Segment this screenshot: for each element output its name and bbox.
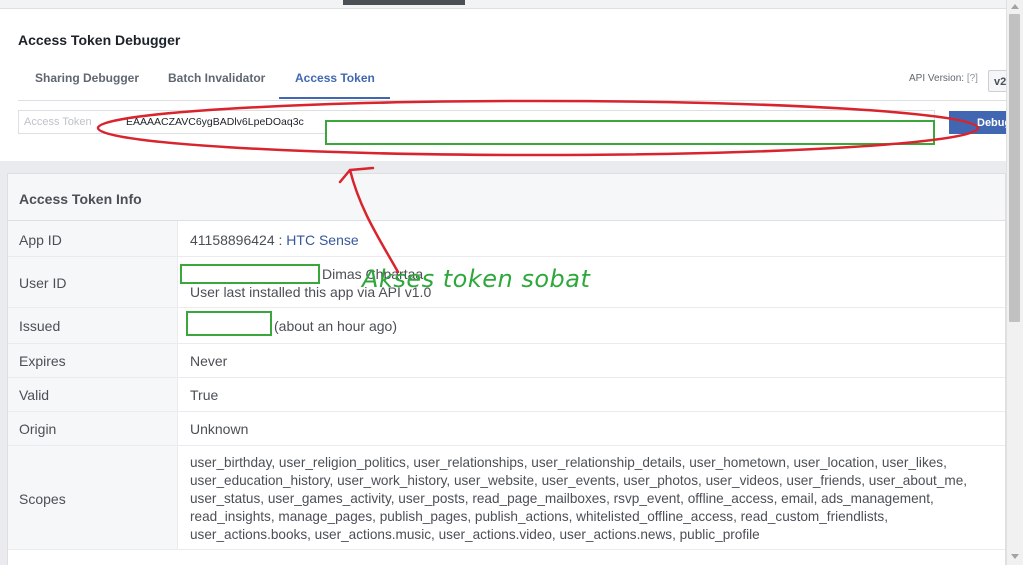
scopes-line: user_education_history, user_work_histor…	[190, 473, 968, 488]
scopes-list: user_birthday, user_religion_politics, u…	[190, 454, 1005, 544]
annotation-label: Akses token sobat	[362, 265, 591, 293]
access-token-info-panel: Access Token Info App ID 41158896424 : H…	[7, 173, 1006, 565]
tab-sharing-debugger[interactable]: Sharing Debugger	[35, 71, 139, 85]
top-nav-strip	[0, 0, 1006, 9]
redacted-user-id-box	[180, 264, 320, 284]
scopes-line: user_actions.books, user_actions.music, …	[190, 527, 760, 542]
row-label: Issued	[8, 308, 178, 343]
row-label: Valid	[8, 378, 178, 411]
top-nav-active-indicator	[343, 0, 465, 5]
scopes-line: user_birthday, user_religion_politics, u…	[190, 455, 947, 470]
app-id-value: 41158896424 : HTC Sense	[190, 232, 359, 248]
scroll-down-arrow-icon[interactable]	[1011, 554, 1019, 559]
tab-divider	[18, 100, 1006, 101]
access-token-value: EAAAACZAVC6ygBADlv6LpeDOaq3c	[126, 116, 304, 128]
issued-value: (about an hour ago)	[274, 318, 397, 334]
scopes-line: read_insights, manage_pages, publish_pag…	[190, 509, 888, 524]
access-token-placeholder: Access Token	[24, 116, 92, 128]
scroll-thumb[interactable]	[1009, 14, 1020, 322]
expires-label: Expires	[19, 353, 66, 369]
app-id-number: 41158896424	[190, 232, 275, 248]
tab-access-token[interactable]: Access Token	[295, 71, 375, 85]
app-name-link[interactable]: HTC Sense	[286, 232, 358, 248]
row-label: Expires	[8, 344, 178, 377]
row-origin: Origin Unknown	[8, 412, 1005, 446]
info-panel-title: Access Token Info	[19, 191, 142, 207]
expires-value: Never	[190, 353, 228, 369]
valid-label: Valid	[19, 387, 50, 403]
debugger-header: Access Token Debugger Sharing Debugger B…	[0, 9, 1010, 161]
row-label: Origin	[8, 412, 178, 445]
vertical-scrollbar[interactable]	[1006, 0, 1023, 565]
api-version-text: API Version:	[909, 73, 965, 84]
valid-value: True	[190, 387, 219, 403]
api-version-label: API Version: [?]	[909, 73, 978, 84]
page-title: Access Token Debugger	[18, 32, 181, 48]
row-valid: Valid True	[8, 378, 1005, 412]
app-id-label: App ID	[19, 232, 62, 248]
tab-batch-invalidator[interactable]: Batch Invalidator	[168, 71, 265, 85]
active-tab-underline	[279, 97, 390, 99]
issued-label: Issued	[19, 318, 61, 334]
origin-label: Origin	[19, 421, 57, 437]
scopes-label: Scopes	[19, 491, 66, 507]
scopes-line: user_status, user_games_activity, user_p…	[190, 491, 934, 506]
row-expires: Expires Never	[8, 344, 1005, 378]
origin-value: Unknown	[190, 421, 249, 437]
redacted-issued-box	[186, 311, 272, 336]
api-version-help-link[interactable]: [?]	[967, 73, 978, 84]
scroll-up-arrow-icon[interactable]	[1011, 4, 1019, 9]
info-panel-header: Access Token Info	[8, 174, 1005, 221]
row-label: App ID	[8, 221, 178, 256]
user-id-label: User ID	[19, 275, 67, 291]
row-label: Scopes	[8, 446, 178, 549]
app-id-separator: :	[274, 232, 287, 248]
row-app-id: App ID 41158896424 : HTC Sense	[8, 221, 1005, 257]
row-scopes: Scopes user_birthday, user_religion_poli…	[8, 446, 1005, 550]
redacted-token-box	[325, 120, 935, 145]
debug-button[interactable]: Debug	[949, 111, 1006, 134]
row-label: User ID	[8, 257, 178, 307]
row-issued: Issued (about an hour ago)	[8, 308, 1005, 344]
